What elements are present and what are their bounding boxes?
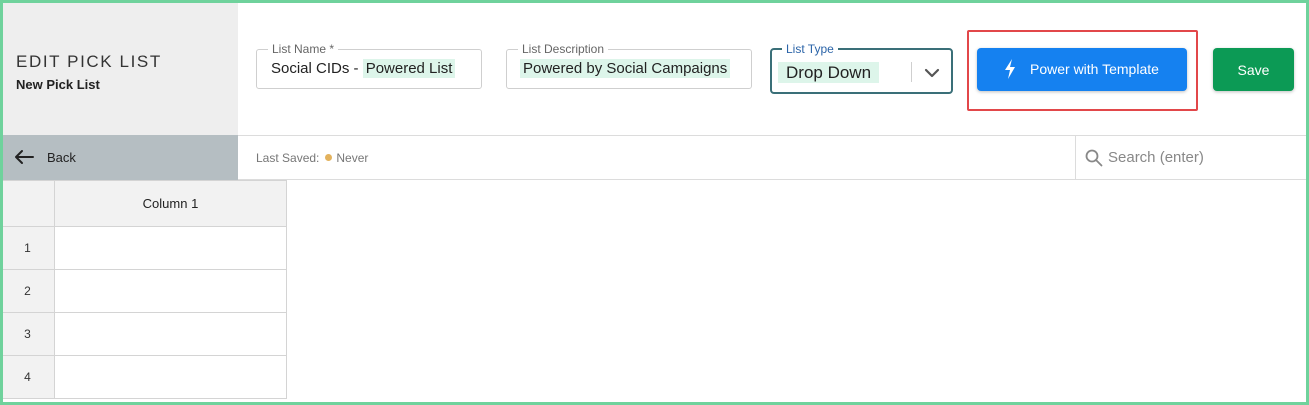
row-number: 4 — [0, 355, 55, 399]
last-saved-status: Last Saved: Never — [256, 151, 368, 165]
title-panel: EDIT PICK LIST New Pick List — [0, 0, 238, 135]
save-button[interactable]: Save — [1213, 48, 1294, 91]
grid-cell[interactable] — [54, 269, 287, 313]
power-with-template-label: Power with Template — [1030, 61, 1159, 77]
table-row: 2 — [0, 269, 287, 313]
page-title: EDIT PICK LIST — [16, 52, 162, 71]
grid-corner — [0, 180, 55, 227]
arrow-left-icon — [15, 150, 34, 164]
list-name-prefix: Social CIDs - — [271, 60, 363, 77]
list-name-label: List Name * — [268, 42, 339, 56]
list-description-label: List Description — [518, 42, 609, 56]
grid-header-row: Column 1 — [0, 180, 287, 227]
list-type-select[interactable]: List Type Drop Down — [770, 42, 953, 94]
back-label: Back — [47, 150, 76, 165]
lightning-bolt-icon — [1005, 59, 1015, 79]
select-divider — [911, 62, 912, 82]
back-button[interactable]: Back — [0, 135, 238, 180]
last-saved-label: Last Saved: — [256, 151, 320, 165]
list-type-value: Drop Down — [778, 62, 880, 83]
list-description-value[interactable]: Powered by Social Campaigns — [520, 59, 731, 78]
status-dot — [325, 154, 333, 161]
list-description-highlight: Powered by Social Campaigns — [520, 59, 731, 78]
row-number: 2 — [0, 269, 55, 313]
search-input[interactable] — [1108, 145, 1298, 169]
row-number: 1 — [0, 226, 55, 270]
list-description-field[interactable]: List Description Powered by Social Campa… — [506, 42, 752, 89]
grid-cell[interactable] — [54, 355, 287, 399]
table-row: 4 — [0, 355, 287, 399]
search-icon — [1085, 149, 1103, 167]
table-row: 1 — [0, 226, 287, 270]
list-type-selected: Drop Down — [778, 62, 880, 83]
toolbar: Back Last Saved: Never — [0, 135, 1309, 180]
header: EDIT PICK LIST New Pick List List Name *… — [0, 0, 1309, 135]
grid-cell[interactable] — [54, 226, 287, 270]
grid-cell[interactable] — [54, 312, 287, 356]
data-grid: Column 1 1 2 3 4 — [0, 180, 287, 399]
list-type-label: List Type — [782, 42, 838, 56]
column-header[interactable]: Column 1 — [54, 180, 287, 227]
power-with-template-button[interactable]: Power with Template — [977, 48, 1187, 91]
list-name-highlight: Powered List — [362, 59, 456, 78]
list-name-value[interactable]: Social CIDs - Powered List — [271, 59, 456, 78]
table-row: 3 — [0, 312, 287, 356]
search-box[interactable] — [1075, 136, 1309, 179]
row-number: 3 — [0, 312, 55, 356]
page-subtitle: New Pick List — [16, 77, 100, 92]
last-saved-value: Never — [336, 151, 369, 165]
chevron-down-icon[interactable] — [922, 63, 942, 83]
list-name-field[interactable]: List Name * Social CIDs - Powered List — [256, 42, 482, 89]
